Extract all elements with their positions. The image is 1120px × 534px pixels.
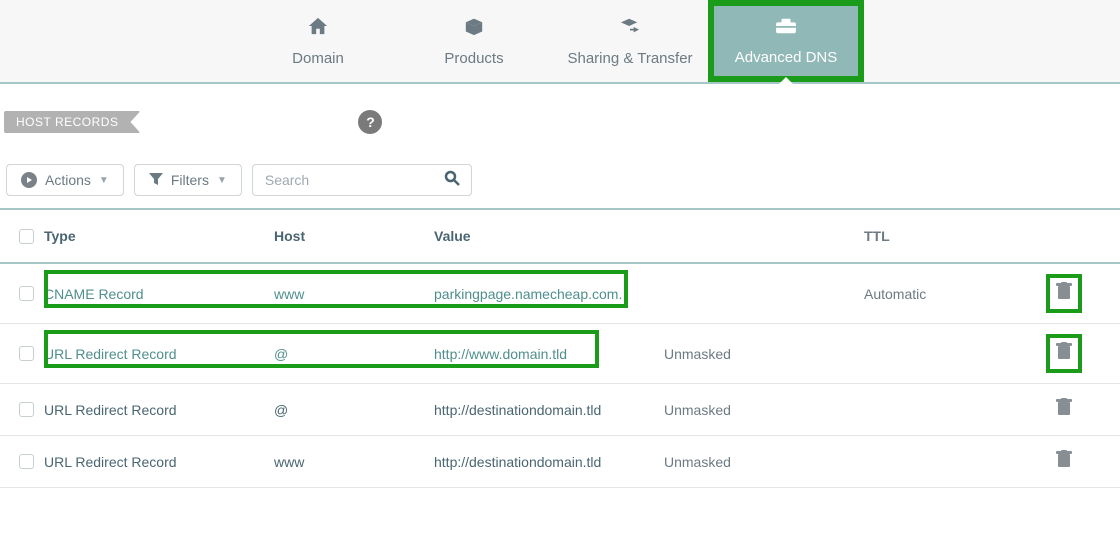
- record-host[interactable]: www: [274, 454, 434, 470]
- search-wrap: [252, 164, 472, 196]
- record-value[interactable]: http://destinationdomain.tld: [434, 402, 664, 418]
- table-row: URL Redirect Record @ http://www.domain.…: [0, 324, 1120, 384]
- tabs-bar: Domain Products Sharing & Transfer Advan…: [0, 0, 1120, 84]
- record-type[interactable]: URL Redirect Record: [44, 346, 274, 362]
- filter-icon: [149, 173, 163, 188]
- tab-advanced-dns[interactable]: Advanced DNS: [708, 0, 864, 82]
- play-icon: [21, 172, 37, 188]
- tab-label: Domain: [292, 50, 344, 67]
- row-checkbox[interactable]: [19, 286, 34, 301]
- share-icon: [618, 16, 642, 42]
- record-mask: Unmasked: [664, 402, 864, 418]
- actions-label: Actions: [45, 172, 91, 188]
- chevron-down-icon: ▼: [217, 175, 227, 186]
- record-type[interactable]: URL Redirect Record: [44, 402, 274, 418]
- select-all-checkbox[interactable]: [19, 229, 34, 244]
- host-records-tag: HOST RECORDS: [4, 111, 140, 133]
- record-ttl[interactable]: Automatic: [864, 286, 1034, 302]
- record-value[interactable]: http://destinationdomain.tld: [434, 454, 664, 470]
- table-row: URL Redirect Record www http://destinati…: [0, 436, 1120, 488]
- toolbar: Actions ▼ Filters ▼: [6, 164, 1114, 196]
- tab-sharing[interactable]: Sharing & Transfer: [552, 0, 708, 82]
- row-checkbox[interactable]: [19, 454, 34, 469]
- record-value[interactable]: parkingpage.namecheap.com.: [434, 286, 664, 302]
- trash-icon[interactable]: [1056, 398, 1072, 421]
- table-header: Type Host Value TTL: [0, 210, 1120, 264]
- tab-products[interactable]: Products: [396, 0, 552, 82]
- table-row: URL Redirect Record @ http://destination…: [0, 384, 1120, 436]
- record-type[interactable]: CNAME Record: [44, 286, 274, 302]
- table-row: CNAME Record www parkingpage.namecheap.c…: [0, 264, 1120, 324]
- trash-icon[interactable]: [1046, 334, 1082, 373]
- actions-button[interactable]: Actions ▼: [6, 164, 124, 196]
- tab-label: Advanced DNS: [735, 49, 838, 66]
- help-icon[interactable]: ?: [358, 110, 382, 134]
- record-host[interactable]: @: [274, 346, 434, 362]
- header-value[interactable]: Value: [434, 228, 664, 244]
- header-host[interactable]: Host: [274, 228, 434, 244]
- record-type[interactable]: URL Redirect Record: [44, 454, 274, 470]
- chevron-down-icon: ▼: [99, 175, 109, 186]
- header-ttl[interactable]: TTL: [864, 228, 1034, 244]
- filters-button[interactable]: Filters ▼: [134, 164, 242, 196]
- tab-domain[interactable]: Domain: [240, 0, 396, 82]
- record-mask: Unmasked: [664, 346, 864, 362]
- record-value[interactable]: http://www.domain.tld: [434, 346, 664, 362]
- toolbox-icon: [774, 17, 798, 41]
- section-header: HOST RECORDS ?: [0, 110, 1120, 134]
- search-button[interactable]: [436, 166, 468, 194]
- record-mask: Unmasked: [664, 454, 864, 470]
- row-checkbox[interactable]: [19, 346, 34, 361]
- records-table: Type Host Value TTL CNAME Record www par…: [0, 208, 1120, 488]
- filters-label: Filters: [171, 172, 209, 188]
- row-checkbox[interactable]: [19, 402, 34, 417]
- trash-icon[interactable]: [1046, 274, 1082, 313]
- tab-label: Sharing & Transfer: [567, 50, 692, 67]
- tab-label: Products: [444, 50, 503, 67]
- trash-icon[interactable]: [1056, 450, 1072, 473]
- home-icon: [307, 16, 329, 42]
- record-host[interactable]: www: [274, 286, 434, 302]
- record-host[interactable]: @: [274, 402, 434, 418]
- box-icon: [463, 16, 485, 42]
- header-type[interactable]: Type: [44, 228, 274, 244]
